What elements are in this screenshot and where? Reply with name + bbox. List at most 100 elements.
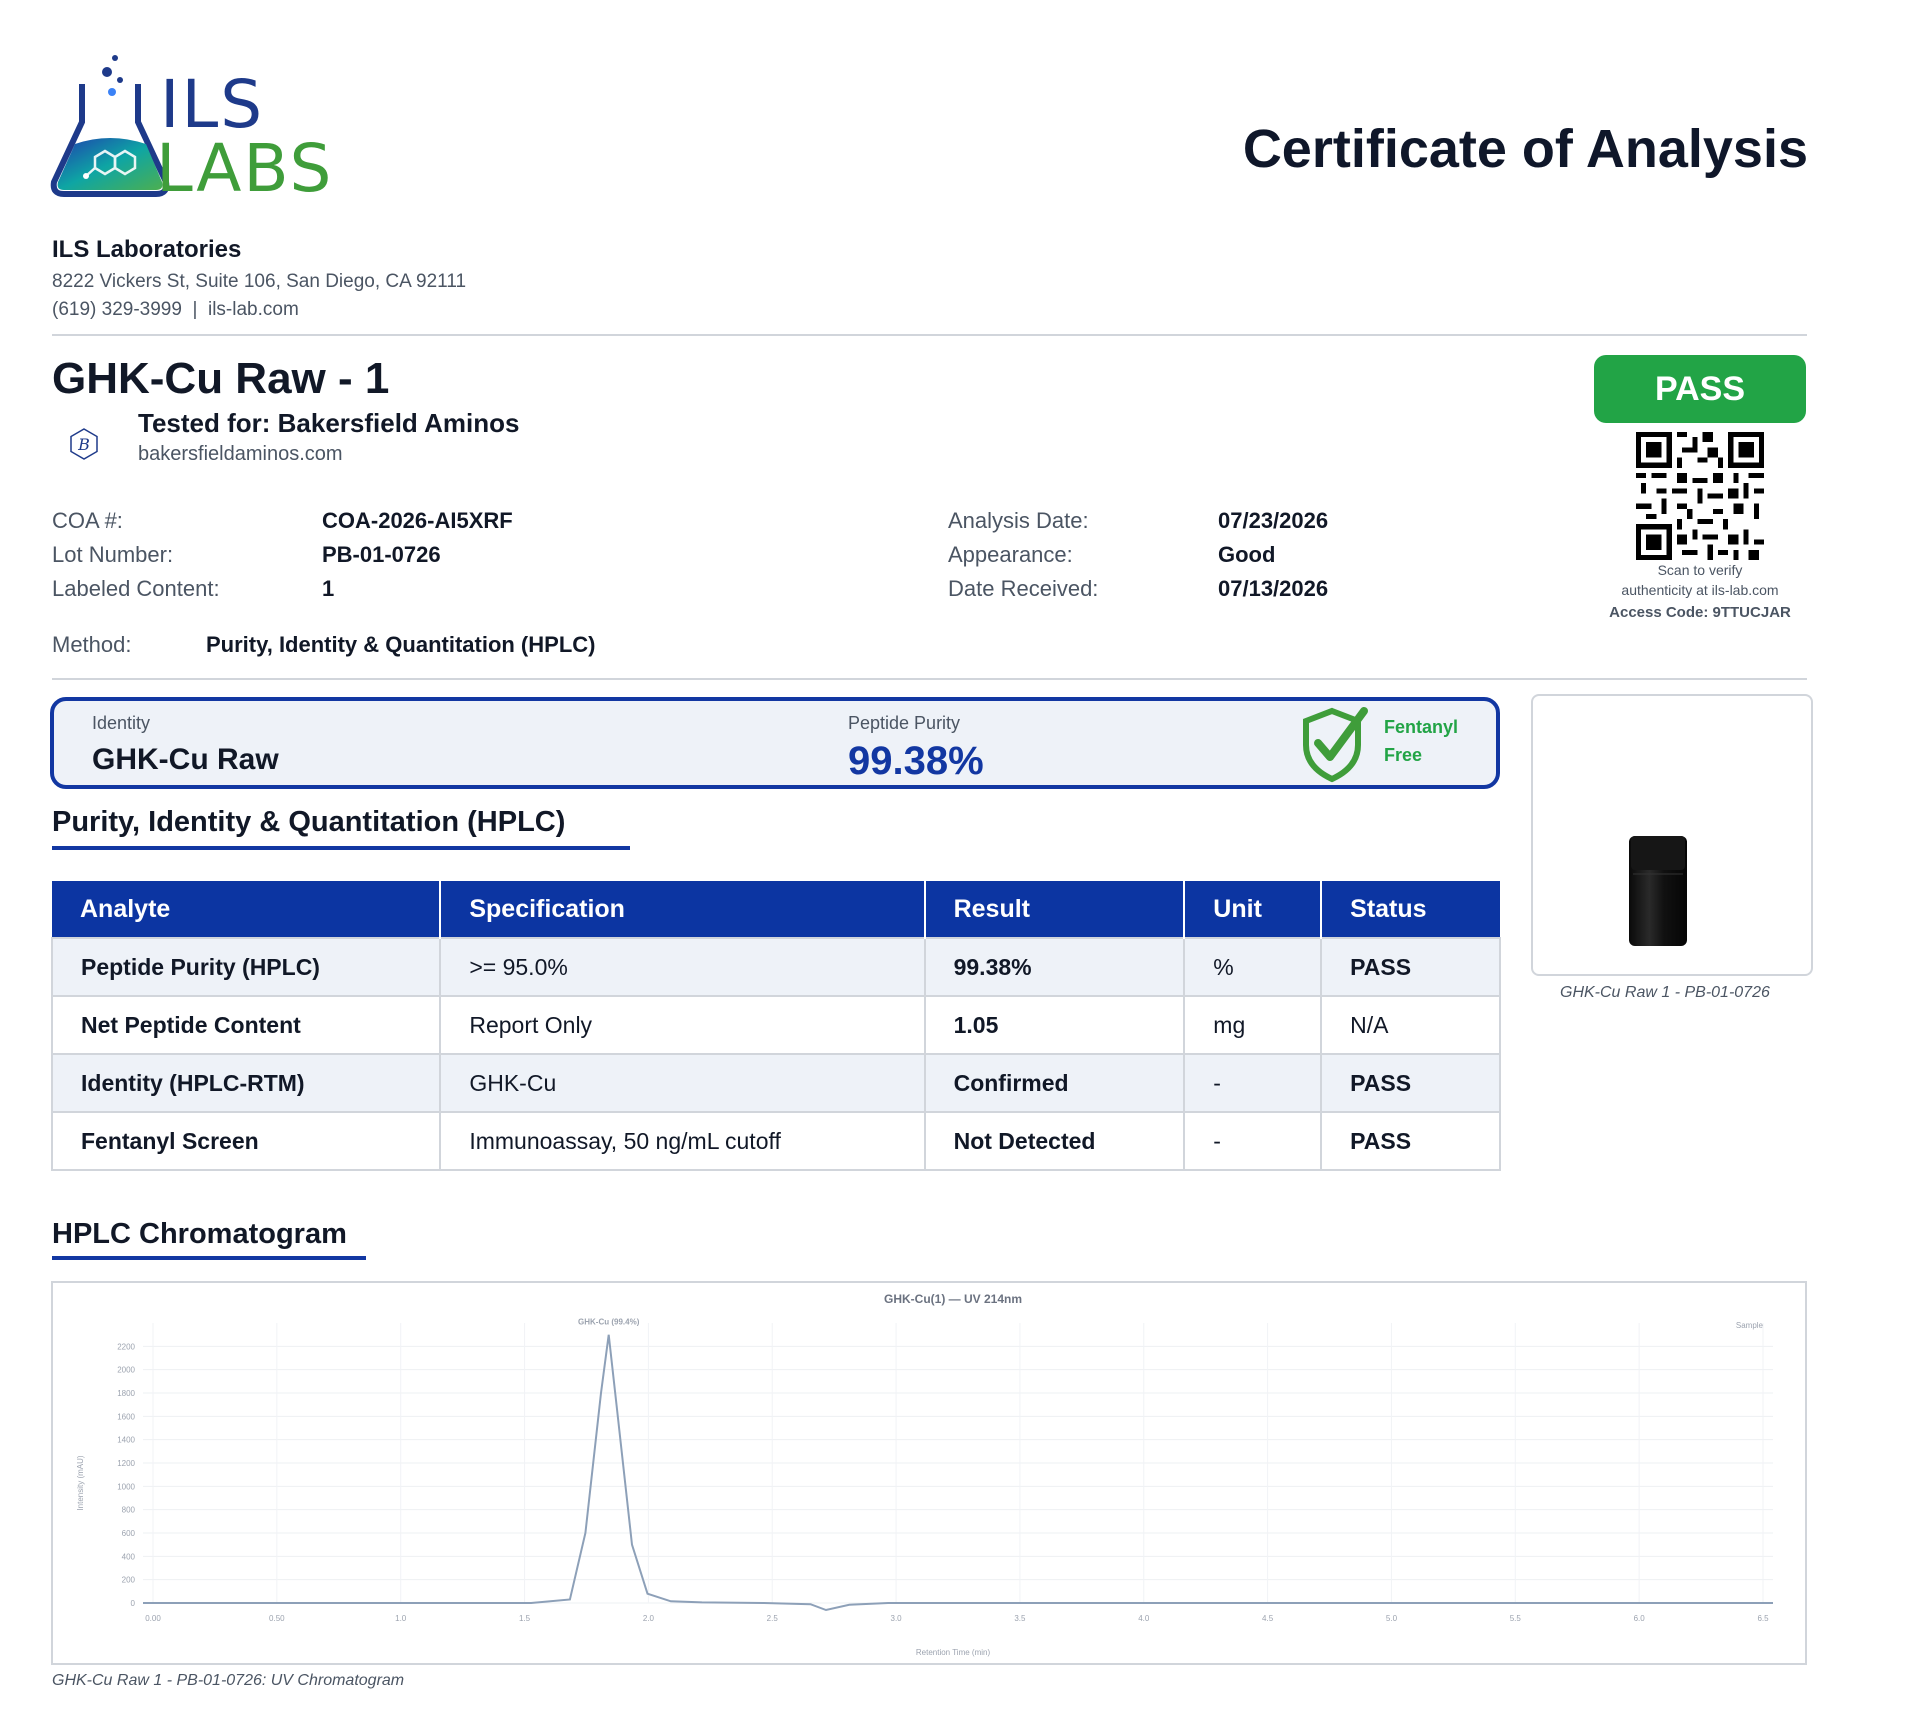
cell-unit: % [1183,937,1323,997]
cell-status: PASS [1320,1111,1501,1171]
x-tick-label: 1.0 [395,1614,407,1623]
meta-value-appearance: Good [1218,542,1276,567]
x-tick-label: 0.00 [145,1614,161,1623]
divider [52,678,1807,680]
x-tick-label: 5.0 [1386,1614,1398,1623]
chromatogram-section-title: HPLC Chromatogram [52,1218,347,1250]
cell-spec: GHK-Cu [439,1053,926,1113]
client-logo-icon: B [66,426,102,462]
table-row: Identity (HPLC-RTM) GHK-Cu Confirmed - P… [50,1053,1501,1113]
x-tick-label: 2.0 [643,1614,655,1623]
access-code: Access Code: 9TTUCJAR [1609,604,1791,621]
x-tick-label: 4.0 [1138,1614,1150,1623]
cell-status: PASS [1320,1053,1501,1113]
fentanyl-line2: Free [1384,745,1423,765]
results-section-underline [52,846,630,850]
x-tick-label: 3.0 [891,1614,903,1623]
product-title: GHK-Cu Raw - 1 [52,354,390,403]
legend-entry: Sample [1736,1321,1764,1330]
x-tick-label: 0.50 [269,1614,285,1623]
meta-label-labeled-content: Labeled Content: [52,576,220,601]
cell-result: 99.38% [923,937,1186,997]
document-title: Certificate of Analysis [1242,119,1808,179]
lab-address: 8222 Vickers St, Suite 106, San Diego, C… [52,271,467,292]
chromatogram-caption: GHK-Cu Raw 1 - PB-01-0726: UV Chromatogr… [52,1672,405,1689]
meta-value-labeled-content: 1 [322,576,335,601]
meta-value-analysis-date: 07/23/2026 [1218,508,1329,533]
cell-analyte: Net Peptide Content [50,995,442,1055]
fentanyl-line1: Fentanyl [1384,717,1459,737]
shield-check-icon [1294,705,1374,785]
cell-unit: - [1183,1111,1323,1171]
cell-result: Confirmed [923,1053,1186,1113]
x-axis-ticks: 0.00 0.50 1.0 1.5 2.0 2.5 3.0 3.5 4.0 4.5 5.0 5.5 6.… [145,1614,1769,1623]
flask-logo-icon [50,55,170,197]
x-tick-label: 5.5 [1510,1614,1522,1623]
identity-label: Identity [92,713,151,733]
client-website-link[interactable]: bakersfieldaminos.com [138,443,343,466]
column-header-analyte: Analyte [52,881,442,938]
y-tick-label: 800 [122,1506,136,1515]
identity-value: GHK-Cu Raw [92,743,279,776]
column-header-result: Result [924,881,1186,938]
chromatogram-trace [143,1334,1773,1612]
table-row: Peptide Purity (HPLC) >= 95.0% 99.38% % … [50,937,1501,997]
cell-analyte: Peptide Purity (HPLC) [50,937,442,997]
results-section-title: Purity, Identity & Quantitation (HPLC) [52,806,566,838]
meta-label-appearance: Appearance: [948,542,1073,567]
meta-label-date-received: Date Received: [948,576,1099,601]
y-tick-label: 1000 [117,1482,135,1491]
lab-name: ILS Laboratories [52,236,242,263]
divider [52,334,1807,336]
y-tick-label: 0 [131,1599,136,1608]
chart-title: GHK-Cu(1) — UV 214nm [884,1292,1022,1306]
column-header-unit: Unit [1184,881,1323,938]
photo-caption: GHK-Cu Raw 1 - PB-01-0726 [1560,984,1770,1001]
column-header-specification: Specification [440,881,926,938]
meta-value-lot: PB-01-0726 [322,542,441,567]
cell-spec: >= 95.0% [439,937,926,997]
logo-text-labs: LABS [156,130,334,207]
vial-image [1629,836,1687,946]
x-tick-label: 2.5 [767,1614,779,1623]
x-tick-label: 3.5 [1014,1614,1026,1623]
x-tick-label: 6.5 [1757,1614,1769,1623]
y-tick-label: 400 [122,1552,136,1561]
chromatogram-chart: GHK-Cu(1) — UV 214nm 0 200 400 600 800 1000 12… [51,1281,1807,1665]
cell-spec: Report Only [439,995,926,1055]
column-header-status: Status [1321,881,1500,938]
cell-spec: Immunoassay, 50 ng/mL cutoff [439,1111,926,1171]
y-tick-label: 200 [122,1576,136,1585]
meta-value-coa: COA-2026-AI5XRF [322,508,513,533]
meta-label-analysis-date: Analysis Date: [948,508,1089,533]
table-row: Fentanyl Screen Immunoassay, 50 ng/mL cu… [50,1111,1501,1171]
chart-grid [143,1323,1773,1604]
cell-analyte: Fentanyl Screen [50,1111,442,1171]
summary-box: Identity GHK-Cu Raw Peptide Purity 99.38… [50,697,1500,789]
y-tick-label: 600 [122,1529,136,1538]
lab-contact: (619) 329-3999 | ils-lab.com [52,299,299,320]
tested-for: Tested for: Bakersfield Aminos [138,408,520,438]
fentanyl-free-label: Fentanyl Free [1384,713,1458,769]
chromatogram-section-underline [52,1256,366,1260]
y-tick-label: 1800 [117,1389,135,1398]
x-tick-label: 4.5 [1262,1614,1274,1623]
meta-value-date-received: 07/13/2026 [1218,576,1329,601]
results-table: Analyte Specification Result Unit Status… [50,881,1501,1171]
chromatogram-svg: GHK-Cu(1) — UV 214nm 0 200 400 600 800 1000 12… [76,1292,1773,1657]
y-tick-label: 2000 [117,1366,135,1375]
logo: ILS LABS [50,52,360,202]
cell-status: PASS [1320,937,1501,997]
svg-text:B: B [77,435,90,454]
x-axis-label: Retention Time (min) [916,1648,991,1657]
purity-label: Peptide Purity [848,713,961,733]
peak-label: GHK-Cu (99.4%) [578,1318,640,1327]
y-axis-ticks: 0 200 400 600 800 1000 1200 1400 1600 1800 2000 220… [117,1342,135,1608]
y-tick-label: 2200 [117,1342,135,1351]
meta-label-lot: Lot Number: [52,542,174,567]
overall-status-badge: PASS [1594,355,1806,423]
meta-label-coa: COA #: [52,508,123,533]
method-label: Method: [52,632,132,657]
qr-code[interactable] [1636,432,1764,560]
x-tick-label: 1.5 [519,1614,531,1623]
